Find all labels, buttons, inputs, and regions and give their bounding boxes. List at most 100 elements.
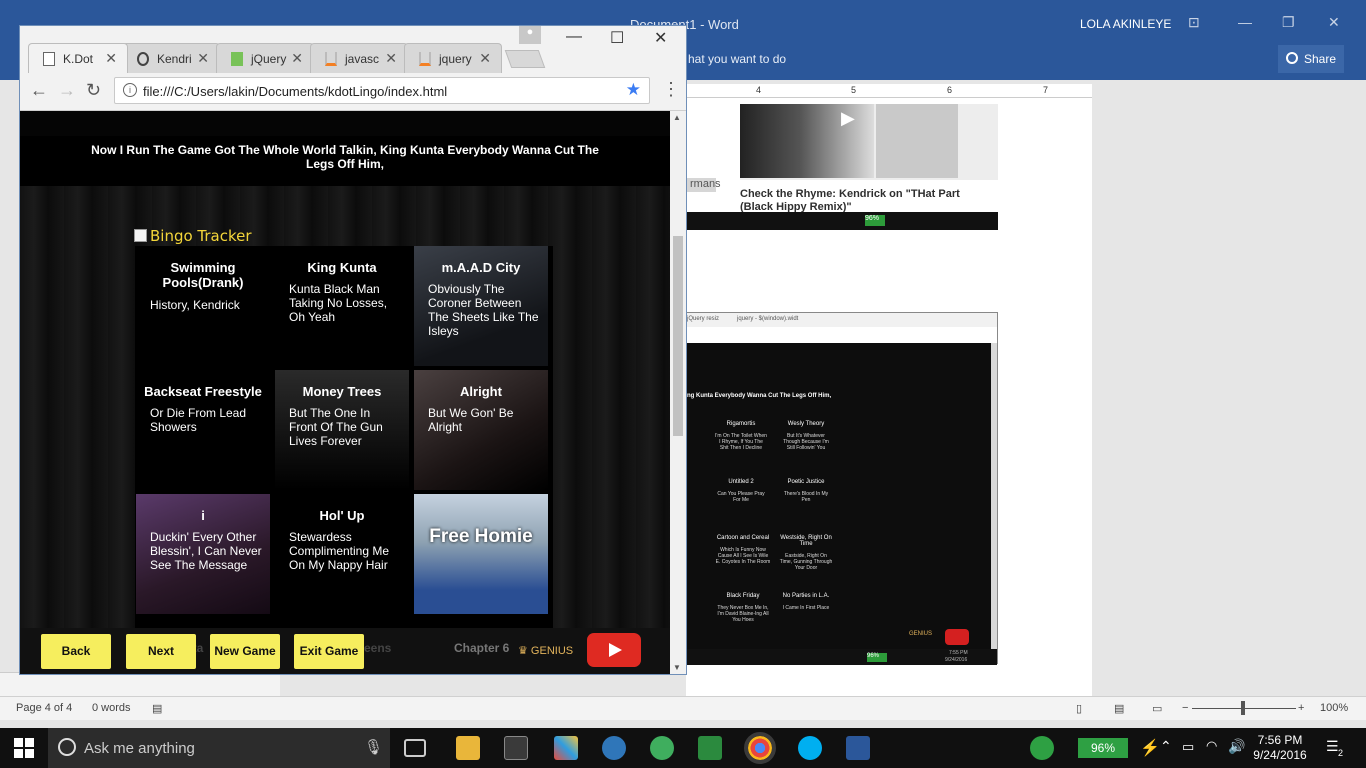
web-layout-icon[interactable]: ▭ [1152, 702, 1162, 715]
bookmark-star-icon[interactable]: ★ [626, 80, 641, 100]
free-homie-cell[interactable]: Free Homie [414, 494, 548, 614]
skype-icon[interactable] [798, 736, 822, 760]
microphone-icon[interactable]: 🎙 [364, 738, 383, 756]
doc-screenshot-game[interactable]: jQuery resiz jquery - $(window).widt ng … [686, 312, 998, 665]
thumb-cell-desc: I Came In First Place [782, 605, 830, 611]
new-game-button[interactable]: New Game [210, 634, 280, 669]
app-icon-4[interactable] [698, 736, 722, 760]
new-tab-button[interactable] [504, 50, 546, 68]
system-clock[interactable]: 7:56 PM 9/24/2016 [1250, 733, 1310, 763]
word-icon[interactable] [846, 736, 870, 760]
task-view-icon[interactable] [404, 739, 426, 757]
cortana-search-box[interactable]: Ask me anything 🎙 [48, 728, 390, 768]
genius-label: GENIUS [530, 645, 574, 657]
bingo-cell[interactable]: Hol' Up Stewardess Complimenting Me On M… [275, 494, 409, 614]
power-plug-icon[interactable]: ⚡ [1140, 738, 1160, 758]
page-viewport[interactable]: Now I Run The Game Got The Whole World T… [20, 111, 670, 674]
minimize-icon[interactable]: — [566, 28, 582, 46]
maximize-icon[interactable]: ☐ [610, 28, 624, 48]
bingo-cell[interactable]: i Duckin' Every Other Blessin', I Can Ne… [136, 494, 270, 614]
activity-monitor-icon[interactable] [1030, 736, 1054, 760]
bingo-cell[interactable]: m.A.A.D City Obviously The Coroner Betwe… [414, 246, 548, 366]
read-mode-icon[interactable]: ▯ [1076, 702, 1082, 715]
info-icon[interactable]: i [123, 83, 137, 97]
close-tab-icon[interactable]: ✕ [385, 50, 397, 67]
tell-me-box[interactable]: hat you want to do [688, 52, 786, 66]
thumb-cell-desc: There's Blood In My Pen [783, 491, 829, 503]
forward-icon[interactable]: → [58, 80, 76, 101]
tab-kendrick[interactable]: Kendri ✕ [122, 43, 220, 73]
word-restore-icon[interactable]: ❐ [1282, 14, 1295, 31]
profile-icon[interactable]: ● [519, 26, 541, 44]
tracker-checkbox[interactable] [134, 229, 147, 242]
reload-icon[interactable]: ↻ [86, 80, 101, 101]
ruler-mark: 5 [851, 85, 857, 95]
tab-jquery[interactable]: jQuery ✕ [216, 43, 314, 73]
scroll-up-icon[interactable]: ▲ [673, 113, 681, 122]
exit-game-button[interactable]: Exit Game [294, 634, 364, 669]
file-explorer-icon[interactable] [456, 736, 480, 760]
stackoverflow-icon [325, 52, 337, 66]
print-layout-icon[interactable]: ▤ [1114, 702, 1124, 715]
bingo-tracker-heading[interactable]: Bingo Tracker [134, 227, 252, 245]
url-text[interactable]: file:///C:/Users/lakin/Documents/kdotLin… [143, 84, 447, 99]
chrome-window: K.Dot ✕ Kendri ✕ jQuery ✕ javasc ✕ jquer… [19, 25, 687, 675]
tab-jquery-2[interactable]: jquery ✕ [404, 43, 502, 73]
action-center-icon[interactable]: ☰ [1326, 738, 1339, 755]
proofing-icon[interactable]: ▤ [152, 702, 162, 715]
address-bar[interactable]: i file:///C:/Users/lakin/Documents/kdotL… [114, 77, 650, 104]
next-button[interactable]: Next [126, 634, 196, 669]
app-icon[interactable] [554, 736, 578, 760]
bingo-cell[interactable]: King Kunta Kunta Black Man Taking No Los… [275, 246, 409, 366]
doc-image-kendrick[interactable] [740, 104, 998, 180]
tab-label: jQuery [251, 52, 287, 66]
battery-icon[interactable]: ▭ [1182, 739, 1194, 755]
thumb-cell-title: Poetic Justice [787, 479, 825, 485]
app-icon-2[interactable] [602, 736, 626, 760]
share-button[interactable]: Share [1278, 45, 1344, 73]
play-icon[interactable]: ▶ [841, 108, 855, 129]
word-count[interactable]: 0 words [92, 702, 131, 714]
search-placeholder: Ask me anything [84, 740, 195, 757]
windows-start-icon[interactable] [14, 738, 34, 758]
genius-logo[interactable]: ♛ GENIUS [518, 644, 573, 657]
scrollbar-thumb[interactable] [673, 236, 683, 436]
youtube-icon[interactable] [587, 633, 641, 667]
back-button[interactable]: Back [41, 634, 111, 669]
word-minimize-icon[interactable]: — [1238, 14, 1252, 30]
tab-kdot[interactable]: K.Dot ✕ [28, 43, 128, 73]
word-user-name[interactable]: LOLA AKINLEYE [1080, 17, 1171, 31]
terminal-icon[interactable] [504, 736, 528, 760]
thumb-cell-title: Cartoon and Cereal [716, 535, 770, 541]
app-icon-3[interactable] [650, 736, 674, 760]
tab-javascript[interactable]: javasc ✕ [310, 43, 408, 73]
close-tab-icon[interactable]: ✕ [197, 50, 209, 67]
close-tab-icon[interactable]: ✕ [105, 50, 117, 67]
wifi-icon[interactable]: ◠ [1206, 738, 1217, 754]
bingo-cell[interactable]: Alright But We Gon' Be Alright [414, 370, 548, 490]
page-scrollbar[interactable]: ▲ ▼ [670, 111, 686, 674]
close-window-icon[interactable]: ✕ [654, 28, 667, 48]
back-icon[interactable]: ← [30, 80, 48, 101]
word-close-icon[interactable]: ✕ [1328, 14, 1340, 31]
chevron-up-icon[interactable]: ⌃ [1160, 738, 1172, 755]
ribbon-display-icon[interactable]: ⊡ [1188, 14, 1200, 31]
cell-lyric: Kunta Black Man Taking No Losses, Oh Yea… [289, 282, 388, 324]
close-tab-icon[interactable]: ✕ [291, 50, 303, 67]
cell-lyric: Duckin' Every Other Blessin', I Can Neve… [150, 530, 262, 572]
browser-toolbar: ← → ↻ i file:///C:/Users/lakin/Documents… [20, 73, 686, 111]
scroll-down-icon[interactable]: ▼ [673, 663, 681, 672]
battery-indicator[interactable]: 96% [1078, 738, 1128, 758]
zoom-out-icon[interactable]: − [1182, 702, 1188, 714]
bingo-cell[interactable]: Swimming Pools(Drank) History, Kendrick [136, 246, 270, 366]
zoom-in-icon[interactable]: + [1298, 702, 1304, 714]
volume-icon[interactable]: 🔊 [1228, 738, 1245, 755]
close-tab-icon[interactable]: ✕ [479, 50, 491, 67]
bingo-cell[interactable]: Backseat Freestyle Or Die From Lead Show… [136, 370, 270, 490]
bingo-cell[interactable]: Money Trees But The One In Front Of The … [275, 370, 409, 490]
page-count[interactable]: Page 4 of 4 [16, 702, 72, 714]
chrome-icon[interactable] [744, 732, 776, 764]
zoom-slider-knob[interactable] [1241, 701, 1245, 715]
zoom-level[interactable]: 100% [1320, 702, 1348, 714]
menu-icon[interactable]: ⋮ [662, 79, 680, 100]
